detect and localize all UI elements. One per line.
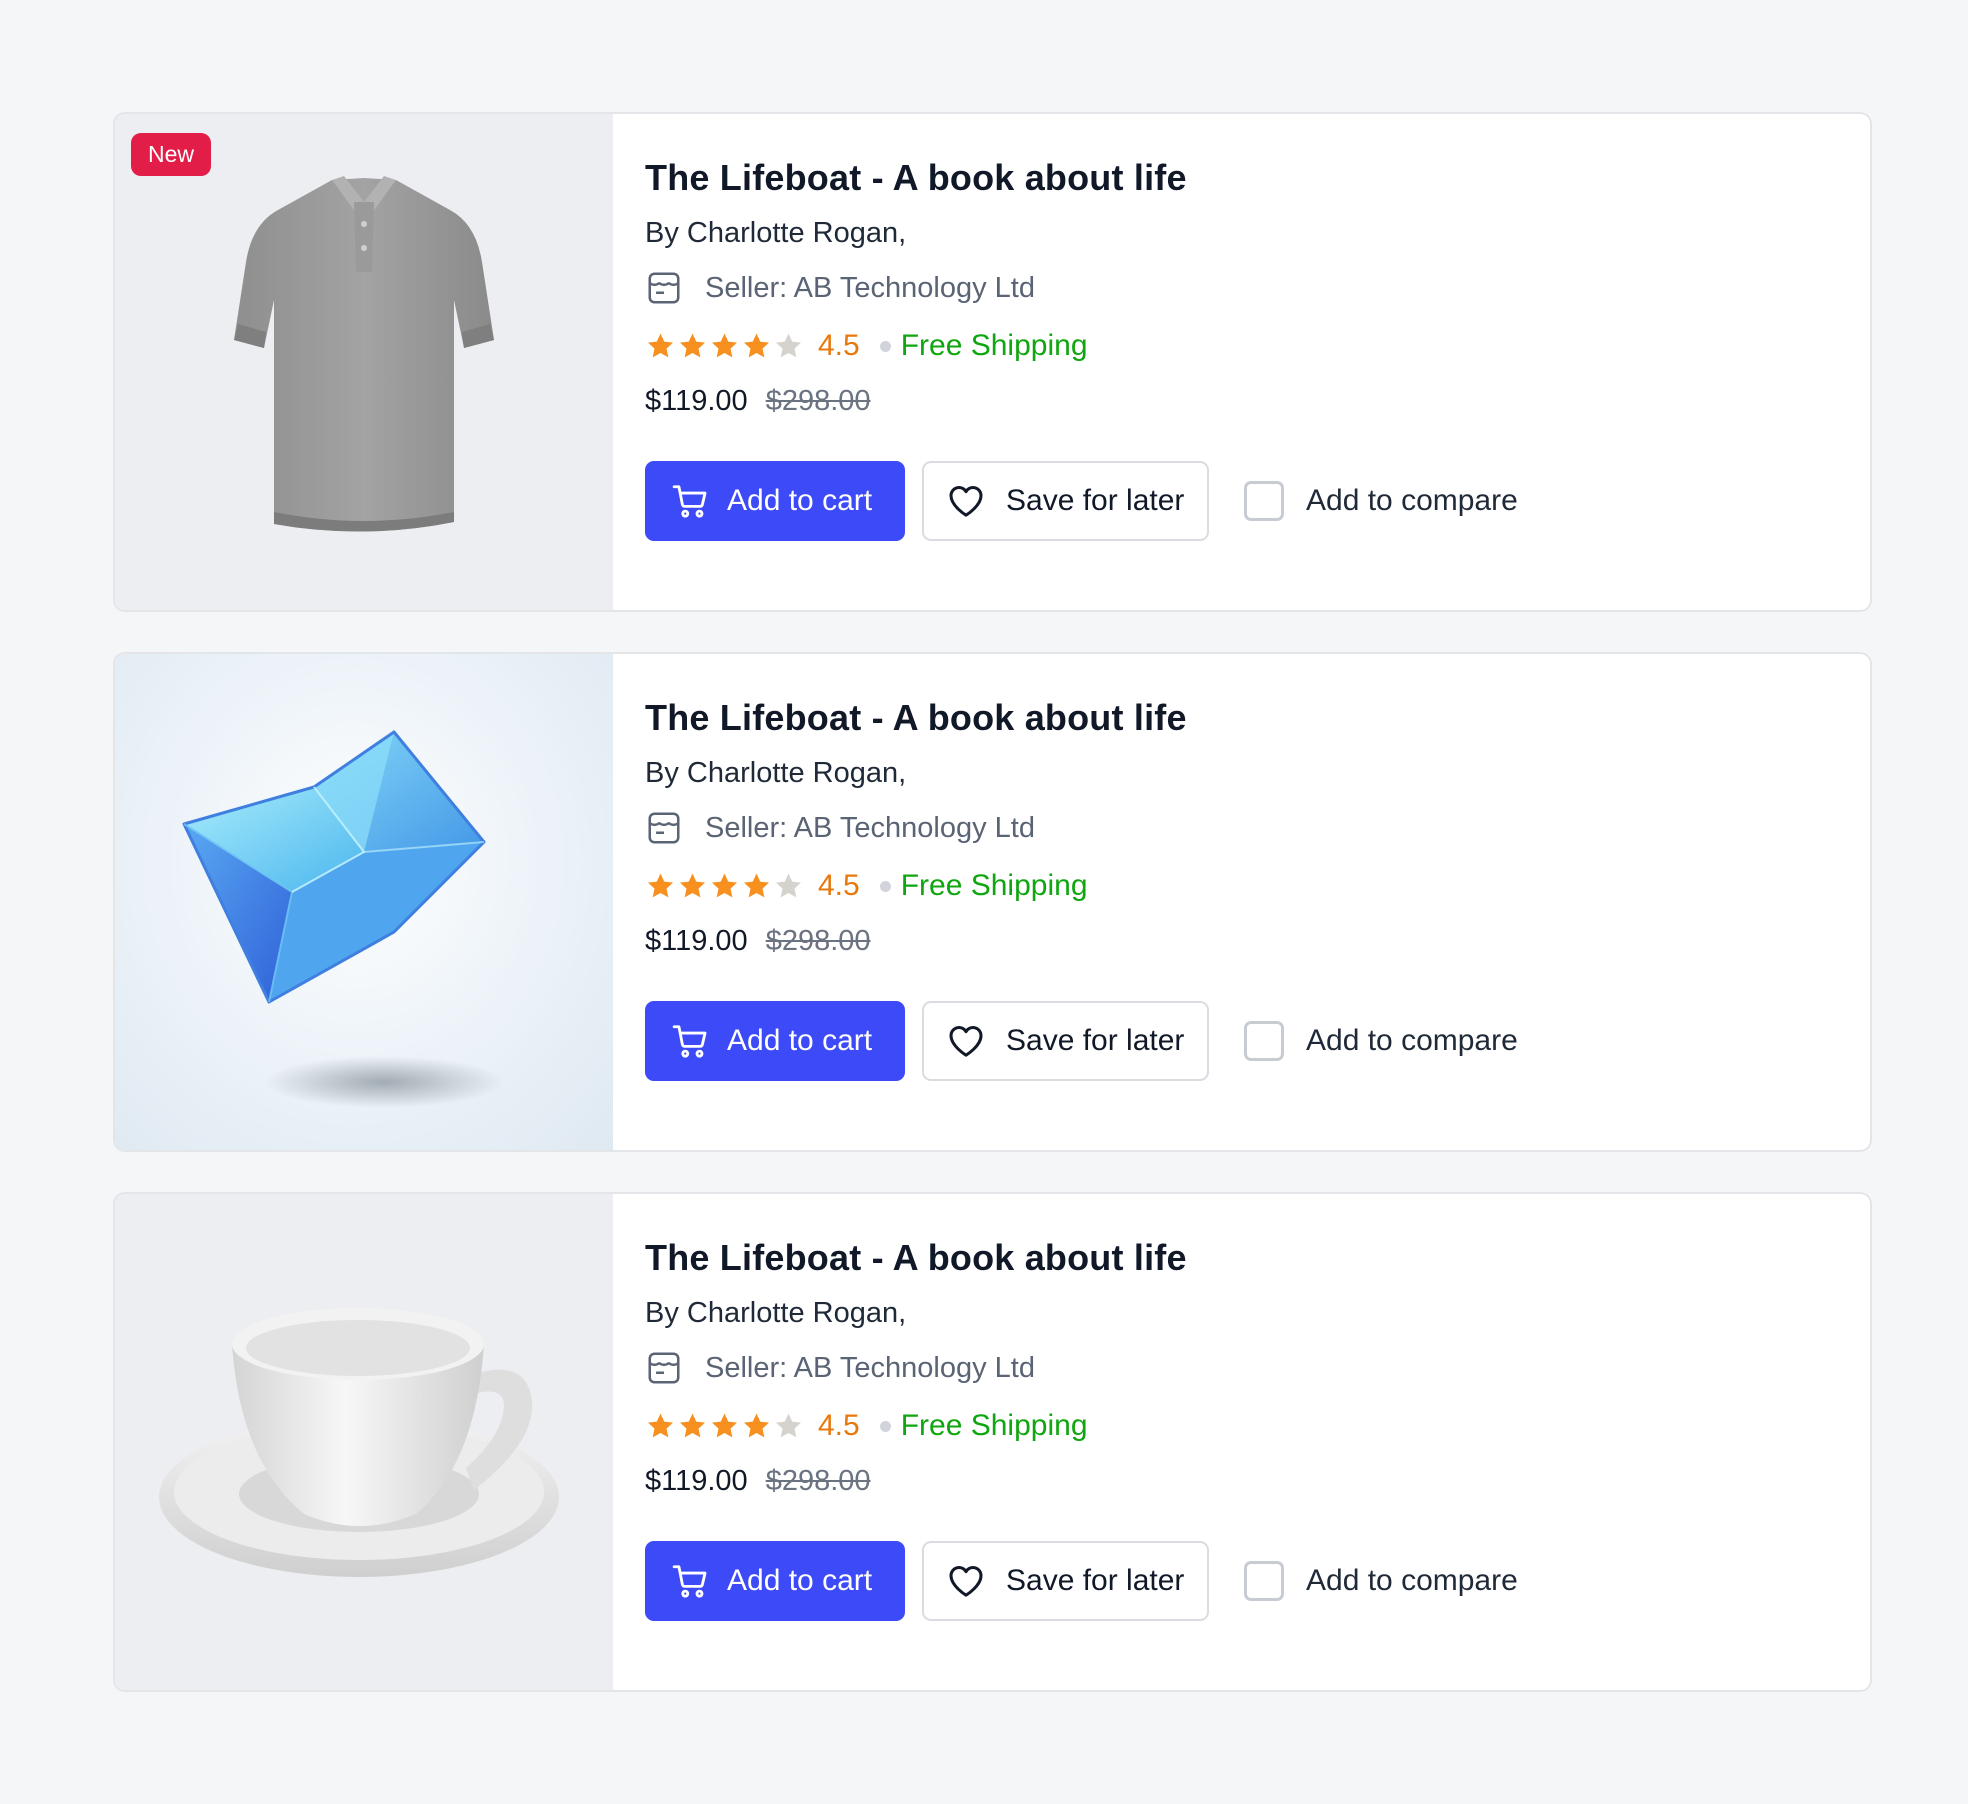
product-list: New The Lifeboat - A book about life By … [113, 112, 1872, 1732]
add-to-compare-toggle[interactable]: Add to compare [1244, 1561, 1518, 1601]
star-icon [712, 333, 737, 358]
price-row: $119.00 $298.00 [645, 1461, 1518, 1501]
add-to-cart-label: Add to cart [727, 484, 873, 517]
add-to-compare-label: Add to compare [1306, 1564, 1518, 1597]
product-details: The Lifeboat - A book about life By Char… [613, 1194, 1518, 1690]
free-shipping-label: Free Shipping [900, 869, 1088, 902]
new-badge: New [131, 133, 212, 176]
product-author: By Charlotte Rogan, [645, 1297, 907, 1329]
teacup-image [159, 1308, 559, 1577]
add-to-compare-label: Add to compare [1306, 1024, 1518, 1057]
star-rating [645, 331, 805, 361]
product-actions: Add to cart Save for later Add to compar… [645, 461, 1518, 541]
add-to-compare-label: Add to compare [1306, 484, 1518, 517]
cart-icon [672, 1025, 707, 1058]
seller-name: Seller: AB Technology Ltd [705, 812, 1035, 844]
star-icon [712, 1413, 737, 1438]
star-icon [680, 333, 705, 358]
original-price: $298.00 [765, 925, 871, 957]
star-icon [648, 873, 673, 898]
rating-row: 4.5 Free Shipping [645, 1409, 1518, 1443]
original-price: $298.00 [765, 1465, 871, 1497]
add-to-compare-toggle[interactable]: Add to compare [1244, 481, 1518, 521]
product-details: The Lifeboat - A book about life By Char… [613, 114, 1518, 610]
current-price: $119.00 [645, 1465, 748, 1497]
star-empty-icon [776, 873, 801, 898]
save-for-later-label: Save for later [1006, 1564, 1185, 1597]
save-for-later-button[interactable]: Save for later [922, 1001, 1209, 1081]
product-image[interactable]: New [115, 114, 613, 610]
product-image[interactable] [115, 1194, 613, 1690]
compare-checkbox[interactable] [1244, 1021, 1284, 1061]
star-icon [648, 1413, 673, 1438]
product-title[interactable]: The Lifeboat - A book about life [645, 1236, 1518, 1280]
save-for-later-button[interactable]: Save for later [922, 1541, 1209, 1621]
product-author: By Charlotte Rogan, [645, 757, 907, 789]
save-for-later-label: Save for later [1006, 484, 1185, 517]
star-icon [744, 1413, 769, 1438]
star-icon [680, 1413, 705, 1438]
star-rating [645, 1411, 805, 1441]
price-row: $119.00 $298.00 [645, 921, 1518, 961]
product-card: The Lifeboat - A book about life By Char… [113, 1192, 1872, 1692]
store-icon [648, 812, 680, 844]
add-to-cart-label: Add to cart [727, 1564, 873, 1597]
add-to-cart-button[interactable]: Add to cart [645, 461, 905, 541]
rating-value: 4.5 [818, 869, 860, 902]
add-to-cart-label: Add to cart [727, 1024, 873, 1057]
star-icon [744, 873, 769, 898]
save-for-later-button[interactable]: Save for later [922, 461, 1209, 541]
price-row: $119.00 $298.00 [645, 381, 1518, 421]
add-to-compare-toggle[interactable]: Add to compare [1244, 1021, 1518, 1061]
store-icon [648, 272, 680, 304]
seller-row: Seller: AB Technology Ltd [645, 1349, 1518, 1387]
seller-row: Seller: AB Technology Ltd [645, 809, 1518, 847]
heart-icon [949, 1566, 983, 1597]
heart-icon [949, 486, 983, 517]
product-actions: Add to cart Save for later Add to compar… [645, 1001, 1518, 1081]
original-price: $298.00 [765, 385, 871, 417]
separator-dot [879, 340, 891, 352]
cart-icon [672, 1565, 707, 1598]
seller-name: Seller: AB Technology Ltd [705, 1352, 1035, 1384]
product-author: By Charlotte Rogan, [645, 217, 907, 249]
current-price: $119.00 [645, 385, 748, 417]
add-to-cart-button[interactable]: Add to cart [645, 1541, 905, 1621]
product-card: New The Lifeboat - A book about life By … [113, 112, 1872, 612]
star-empty-icon [776, 1413, 801, 1438]
star-rating [645, 871, 805, 901]
star-icon [712, 873, 737, 898]
current-price: $119.00 [645, 925, 748, 957]
free-shipping-label: Free Shipping [900, 1409, 1088, 1442]
separator-dot [879, 1420, 891, 1432]
save-for-later-label: Save for later [1006, 1024, 1185, 1057]
rating-value: 4.5 [818, 329, 860, 362]
product-image[interactable] [115, 654, 613, 1150]
seller-row: Seller: AB Technology Ltd [645, 269, 1518, 307]
product-card: The Lifeboat - A book about life By Char… [113, 652, 1872, 1152]
star-icon [744, 333, 769, 358]
add-to-cart-button[interactable]: Add to cart [645, 1001, 905, 1081]
star-empty-icon [776, 333, 801, 358]
store-icon [648, 1352, 680, 1384]
compare-checkbox[interactable] [1244, 1561, 1284, 1601]
seller-name: Seller: AB Technology Ltd [705, 272, 1035, 304]
star-icon [680, 873, 705, 898]
blue-cube-image [182, 730, 504, 1108]
separator-dot [879, 880, 891, 892]
product-title[interactable]: The Lifeboat - A book about life [645, 156, 1518, 200]
product-details: The Lifeboat - A book about life By Char… [613, 654, 1518, 1150]
rating-value: 4.5 [818, 1409, 860, 1442]
free-shipping-label: Free Shipping [900, 329, 1088, 362]
star-icon [648, 333, 673, 358]
heart-icon [949, 1026, 983, 1057]
cart-icon [672, 485, 707, 518]
compare-checkbox[interactable] [1244, 481, 1284, 521]
rating-row: 4.5 Free Shipping [645, 869, 1518, 903]
polo-shirt-image [234, 176, 494, 532]
product-actions: Add to cart Save for later Add to compar… [645, 1541, 1518, 1621]
rating-row: 4.5 Free Shipping [645, 329, 1518, 363]
product-title[interactable]: The Lifeboat - A book about life [645, 696, 1518, 740]
